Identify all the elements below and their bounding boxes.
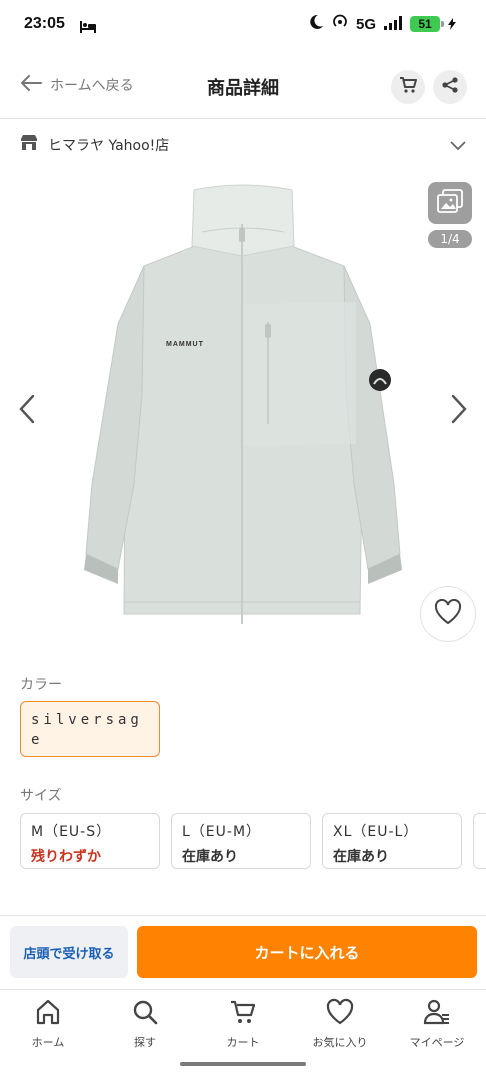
battery-indicator: 51 bbox=[410, 16, 444, 32]
size-option-m[interactable]: M（EU-S） 残りわずか bbox=[20, 813, 160, 869]
tab-search[interactable]: 探す bbox=[105, 998, 185, 1050]
size-name: L（EU-M） bbox=[182, 824, 262, 840]
tab-label: お気に入り bbox=[312, 1036, 368, 1049]
stock-status: 残りわずか bbox=[31, 849, 101, 865]
product-gallery[interactable]: MAMMUT 1/4 bbox=[0, 166, 486, 656]
store-pickup-button[interactable]: 店頭で受け取る bbox=[10, 926, 128, 978]
cart-icon bbox=[229, 1000, 257, 1030]
product-image: MAMMUT bbox=[82, 184, 404, 638]
tab-label: カート bbox=[226, 1036, 260, 1049]
brand-logo-text: MAMMUT bbox=[166, 341, 204, 348]
color-label: カラー bbox=[20, 677, 62, 693]
network-type: 5G bbox=[355, 15, 376, 33]
charging-icon bbox=[448, 15, 456, 34]
gallery-icon bbox=[437, 189, 463, 217]
size-label: サイズ bbox=[20, 788, 62, 804]
tab-cart[interactable]: カート bbox=[203, 998, 283, 1050]
status-bar: 23:05 5G 51 bbox=[0, 0, 486, 52]
action-bar: 店頭で受け取る カートに入れる bbox=[0, 916, 486, 990]
share-icon bbox=[441, 76, 459, 98]
size-option-next[interactable] bbox=[473, 813, 486, 869]
tab-mypage[interactable]: マイページ bbox=[397, 998, 477, 1050]
tab-home[interactable]: ホーム bbox=[8, 998, 88, 1050]
store-selector[interactable]: ヒマラヤ Yahoo!店 bbox=[0, 120, 486, 166]
search-icon bbox=[131, 1000, 159, 1030]
stock-status: 在庫あり bbox=[333, 849, 389, 865]
sleep-icon bbox=[80, 18, 96, 37]
share-button[interactable] bbox=[433, 70, 467, 104]
bottom-tab-bar: ホーム 探す カート お気に入り マイページ bbox=[0, 990, 486, 1060]
next-image-button[interactable] bbox=[450, 394, 468, 428]
cart-header-button[interactable] bbox=[391, 70, 425, 104]
stock-status: 在庫あり bbox=[182, 849, 238, 865]
status-time: 23:05 bbox=[24, 15, 65, 32]
size-option-xl[interactable]: XL（EU-L） 在庫あり bbox=[322, 813, 462, 869]
previous-image-button[interactable] bbox=[18, 394, 36, 428]
signal-icon bbox=[384, 15, 402, 34]
hotspot-icon bbox=[332, 14, 348, 34]
home-icon bbox=[34, 999, 62, 1030]
image-counter: 1/4 bbox=[428, 230, 472, 248]
tab-label: ホーム bbox=[31, 1036, 65, 1049]
cart-icon bbox=[399, 76, 417, 98]
chevron-down-icon bbox=[450, 136, 466, 155]
heart-icon bbox=[434, 598, 462, 629]
size-name: M（EU-S） bbox=[31, 824, 112, 840]
heart-icon bbox=[326, 998, 354, 1030]
store-icon bbox=[20, 134, 38, 154]
image-list-button[interactable] bbox=[428, 182, 472, 224]
tab-label: マイページ bbox=[409, 1036, 465, 1049]
add-to-cart-button[interactable]: カートに入れる bbox=[137, 926, 477, 978]
tab-favorites[interactable]: お気に入り bbox=[300, 998, 380, 1050]
header-divider bbox=[0, 118, 486, 119]
color-option-selected[interactable]: silversage bbox=[20, 701, 160, 757]
app-header: ホームへ戻る 商品詳細 bbox=[0, 58, 486, 118]
tab-label: 探す bbox=[134, 1036, 156, 1049]
store-name: ヒマラヤ Yahoo!店 bbox=[48, 138, 170, 154]
size-option-l[interactable]: L（EU-M） 在庫あり bbox=[171, 813, 311, 869]
size-name: XL（EU-L） bbox=[333, 824, 419, 840]
favorite-button[interactable] bbox=[420, 586, 476, 642]
home-indicator[interactable] bbox=[180, 1062, 306, 1066]
user-icon bbox=[423, 999, 451, 1030]
moon-icon bbox=[308, 14, 324, 34]
